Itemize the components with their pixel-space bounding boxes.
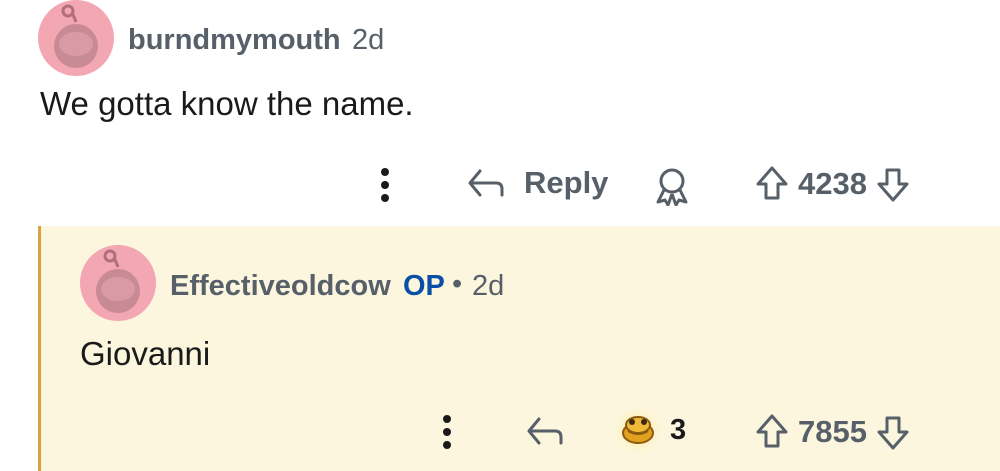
username[interactable]: Effectiveoldcow [170,270,391,303]
vertical-dots-icon [381,168,389,202]
reply-button[interactable] [525,413,565,449]
avatar[interactable] [38,0,114,76]
vote-score: 7855 [798,414,867,449]
thread-line[interactable] [38,226,41,471]
reply-button[interactable]: Reply [466,165,608,201]
timestamp: 2d [472,270,505,302]
award-icon [656,168,688,206]
reply-arrow-icon [468,169,504,197]
upvote-icon[interactable] [754,164,790,204]
timestamp: 2d [352,24,385,56]
separator: • [452,268,463,300]
more-options-button[interactable] [440,413,454,451]
vertical-dots-icon [443,415,451,449]
toad-award-icon [613,405,663,455]
downvote-icon[interactable] [875,164,911,204]
vote-score: 4238 [798,166,867,201]
downvote-icon[interactable] [875,412,911,452]
snoo-avatar-icon [54,4,98,68]
comment-text: We gotta know the name. [40,85,414,122]
award-button[interactable] [652,166,692,206]
vote-controls: 4238 [754,164,911,204]
reply-arrow-icon [527,417,563,445]
snoo-avatar-icon [96,249,140,313]
reply-label: Reply [524,165,609,200]
comment-text: Giovanni [80,335,211,372]
avatar[interactable] [80,245,156,321]
more-options-button[interactable] [378,166,392,204]
award-badge[interactable]: 3 [612,404,686,456]
vote-controls: 7855 [754,412,911,452]
upvote-icon[interactable] [754,412,790,452]
username[interactable]: burndmymouth [128,24,341,57]
award-count: 3 [670,413,687,446]
op-badge: OP [403,270,445,302]
